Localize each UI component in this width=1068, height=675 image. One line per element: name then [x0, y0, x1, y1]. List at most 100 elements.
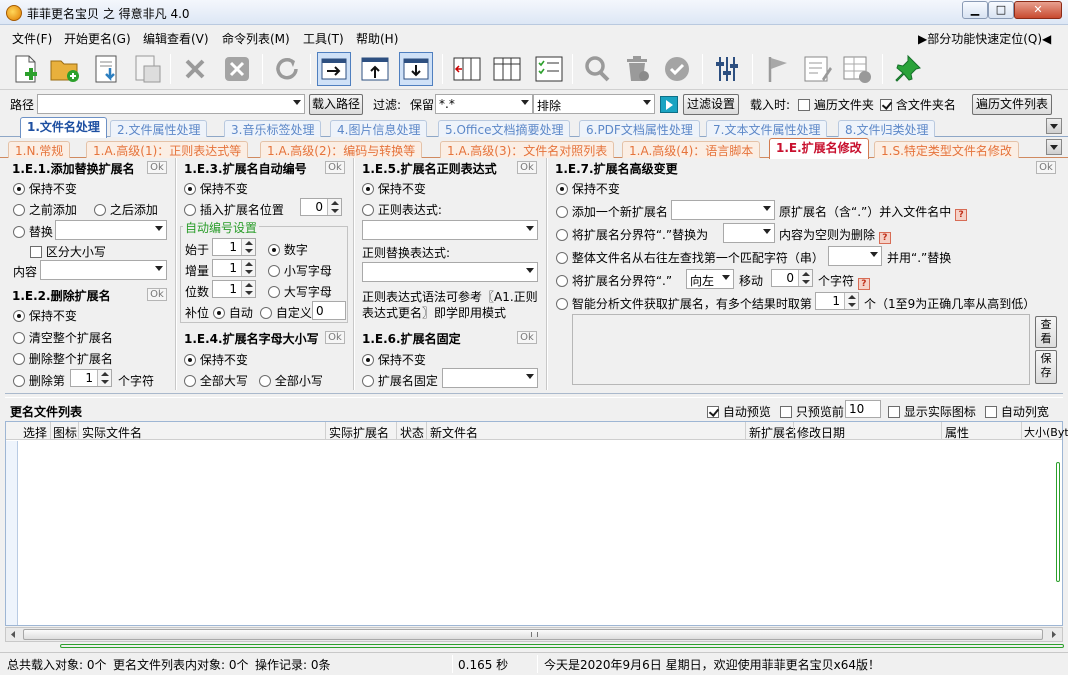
- p4-ok-button[interactable]: Ok: [325, 331, 345, 344]
- minimize-button[interactable]: ▁: [962, 1, 988, 19]
- col-new-name[interactable]: 新文件名: [430, 424, 478, 441]
- tab-file-classify[interactable]: 8.文件归类处理: [838, 120, 936, 137]
- p3-start-spinner[interactable]: 1: [212, 238, 256, 256]
- p3-upper-radio[interactable]: 大写字母: [268, 283, 332, 300]
- p2-delete-n-radio[interactable]: 删除第: [13, 372, 65, 389]
- menu-tools[interactable]: 工具(T): [303, 30, 344, 47]
- table-settings-icon[interactable]: [840, 52, 874, 86]
- menu-command-list[interactable]: 命令列表(M): [222, 30, 290, 47]
- tabs-dropdown-icon[interactable]: [1046, 118, 1062, 134]
- p5-replace-combo[interactable]: [362, 262, 538, 282]
- columns-left-icon[interactable]: [450, 52, 484, 86]
- subtabs-dropdown-icon[interactable]: [1046, 139, 1062, 155]
- col-status[interactable]: 状态: [400, 424, 424, 441]
- p7-smart-spinner[interactable]: 1: [815, 292, 859, 310]
- apply-filter-icon[interactable]: [660, 96, 678, 113]
- p7-sep-replace-radio[interactable]: 将扩展名分界符“.”替换为: [556, 226, 708, 243]
- menu-start-rename[interactable]: 开始更名(G): [64, 30, 131, 47]
- traverse-list-button[interactable]: 遍历文件列表: [972, 94, 1052, 115]
- p1-keep-radio[interactable]: 保持不变: [13, 180, 77, 197]
- filter-settings-button[interactable]: 过滤设置: [683, 94, 739, 115]
- subtab-normal[interactable]: 1.N.常规: [8, 141, 71, 158]
- p3-auto-radio[interactable]: 自动: [213, 304, 253, 321]
- p4-keep-radio[interactable]: 保持不变: [184, 351, 248, 368]
- p6-fixed-radio[interactable]: 扩展名固定: [362, 372, 438, 389]
- file-list-grid[interactable]: 选择 图标 实际文件名 实际扩展名 状态 新文件名 新扩展名 修改日期 属性 大…: [5, 421, 1068, 626]
- tab-image-info[interactable]: 4.图片信息处理: [330, 120, 428, 137]
- load-path-button[interactable]: 载入路径: [309, 94, 363, 115]
- p1-replace-combo[interactable]: [55, 220, 167, 240]
- splitter[interactable]: [5, 393, 1063, 398]
- p5-regex-combo[interactable]: [362, 220, 538, 240]
- p7-move-dir-combo[interactable]: 向左: [686, 269, 734, 289]
- subtab-advanced-1[interactable]: 1.A.高级(1)：正则表达式等: [86, 141, 249, 158]
- p3-lower-radio[interactable]: 小写字母: [268, 262, 332, 279]
- auto-width-checkbox[interactable]: 自动列宽: [985, 403, 1049, 420]
- edit-document-icon[interactable]: [800, 52, 834, 86]
- sliders-icon[interactable]: [710, 52, 744, 86]
- p4-upper-radio[interactable]: 全部大写: [184, 372, 248, 389]
- columns-icon[interactable]: [490, 52, 524, 86]
- subtab-advanced-3[interactable]: 1.A.高级(3)：文件名对照列表: [440, 141, 615, 158]
- check-circle-icon[interactable]: [660, 52, 694, 86]
- horizontal-splitter-handle[interactable]: [60, 644, 1064, 648]
- col-modified[interactable]: 修改日期: [797, 424, 845, 441]
- preview-count-input[interactable]: 10: [845, 400, 881, 418]
- col-icon[interactable]: 图标: [53, 424, 77, 441]
- trash-icon[interactable]: [620, 52, 654, 86]
- scroll-left-icon[interactable]: [8, 629, 19, 640]
- p6-fixed-combo[interactable]: [442, 368, 538, 388]
- move-up-icon[interactable]: [358, 52, 392, 86]
- tab-filename[interactable]: 1.文件名处理: [20, 117, 107, 138]
- p4-lower-radio[interactable]: 全部小写: [259, 372, 323, 389]
- menu-file[interactable]: 文件(F): [12, 30, 52, 47]
- traverse-folder-checkbox[interactable]: 遍历文件夹: [798, 96, 874, 113]
- p3-custom-input[interactable]: 0: [312, 301, 346, 320]
- col-actual-name[interactable]: 实际文件名: [82, 424, 142, 441]
- help-icon[interactable]: ?: [955, 209, 968, 221]
- help-icon[interactable]: ?: [857, 278, 870, 290]
- subtab-advanced-2[interactable]: 1.A.高级(2)：编码与转换等: [260, 141, 423, 158]
- menu-help[interactable]: 帮助(H): [356, 30, 398, 47]
- p7-move-spinner[interactable]: 0: [771, 269, 813, 287]
- p7-ok-button[interactable]: Ok: [1036, 161, 1056, 174]
- checklist-icon[interactable]: [532, 52, 566, 86]
- new-file-icon[interactable]: [8, 52, 42, 86]
- p6-keep-radio[interactable]: 保持不变: [362, 351, 426, 368]
- col-attr[interactable]: 属性: [945, 424, 969, 441]
- p7-add-new-combo[interactable]: [671, 200, 775, 220]
- p3-insert-radio[interactable]: 插入扩展名位置: [184, 201, 284, 218]
- tab-file-attr[interactable]: 2.文件属性处理: [110, 120, 208, 137]
- p1-content-combo[interactable]: [40, 260, 167, 280]
- export-list-icon[interactable]: [130, 52, 164, 86]
- view-button[interactable]: 查看: [1035, 316, 1057, 348]
- delete-item-icon[interactable]: [178, 52, 212, 86]
- p5-keep-radio[interactable]: 保持不变: [362, 180, 426, 197]
- clear-list-icon[interactable]: [220, 52, 254, 86]
- p3-inc-spinner[interactable]: 1: [212, 259, 256, 277]
- p1-case-checkbox[interactable]: 区分大小写: [30, 243, 106, 260]
- refresh-icon[interactable]: [270, 52, 304, 86]
- flag-icon[interactable]: [760, 52, 794, 86]
- scroll-thumb[interactable]: [23, 629, 1043, 640]
- p7-add-new-radio[interactable]: 添加一个新扩展名: [556, 203, 668, 220]
- save-button[interactable]: 保存: [1035, 350, 1057, 384]
- tab-music-tag[interactable]: 3.音乐标签处理: [224, 120, 322, 137]
- p1-before-radio[interactable]: 之前添加: [13, 201, 77, 218]
- col-new-ext[interactable]: 新扩展名: [749, 424, 797, 441]
- tab-pdf-attr[interactable]: 6.PDF文档属性处理: [579, 120, 700, 137]
- tab-office-summary[interactable]: 5.Office文档摘要处理: [438, 120, 571, 137]
- subtab-special-type[interactable]: 1.S.特定类型文件名修改: [874, 141, 1019, 158]
- p6-ok-button[interactable]: Ok: [517, 331, 537, 344]
- p5-regex-radio[interactable]: 正则表达式:: [362, 201, 442, 218]
- help-icon[interactable]: ?: [878, 232, 891, 244]
- col-select[interactable]: 选择: [23, 424, 47, 441]
- p5-ok-button[interactable]: Ok: [517, 161, 537, 174]
- p1-ok-button[interactable]: Ok: [147, 161, 167, 174]
- maximize-button[interactable]: □: [988, 1, 1014, 19]
- pin-icon[interactable]: [890, 52, 924, 86]
- subtab-advanced-4[interactable]: 1.A.高级(4)：语言脚本: [622, 141, 761, 158]
- move-right-icon[interactable]: [317, 52, 351, 86]
- p7-keep-radio[interactable]: 保持不变: [556, 180, 620, 197]
- col-size[interactable]: 大小(Bytes): [1024, 424, 1068, 440]
